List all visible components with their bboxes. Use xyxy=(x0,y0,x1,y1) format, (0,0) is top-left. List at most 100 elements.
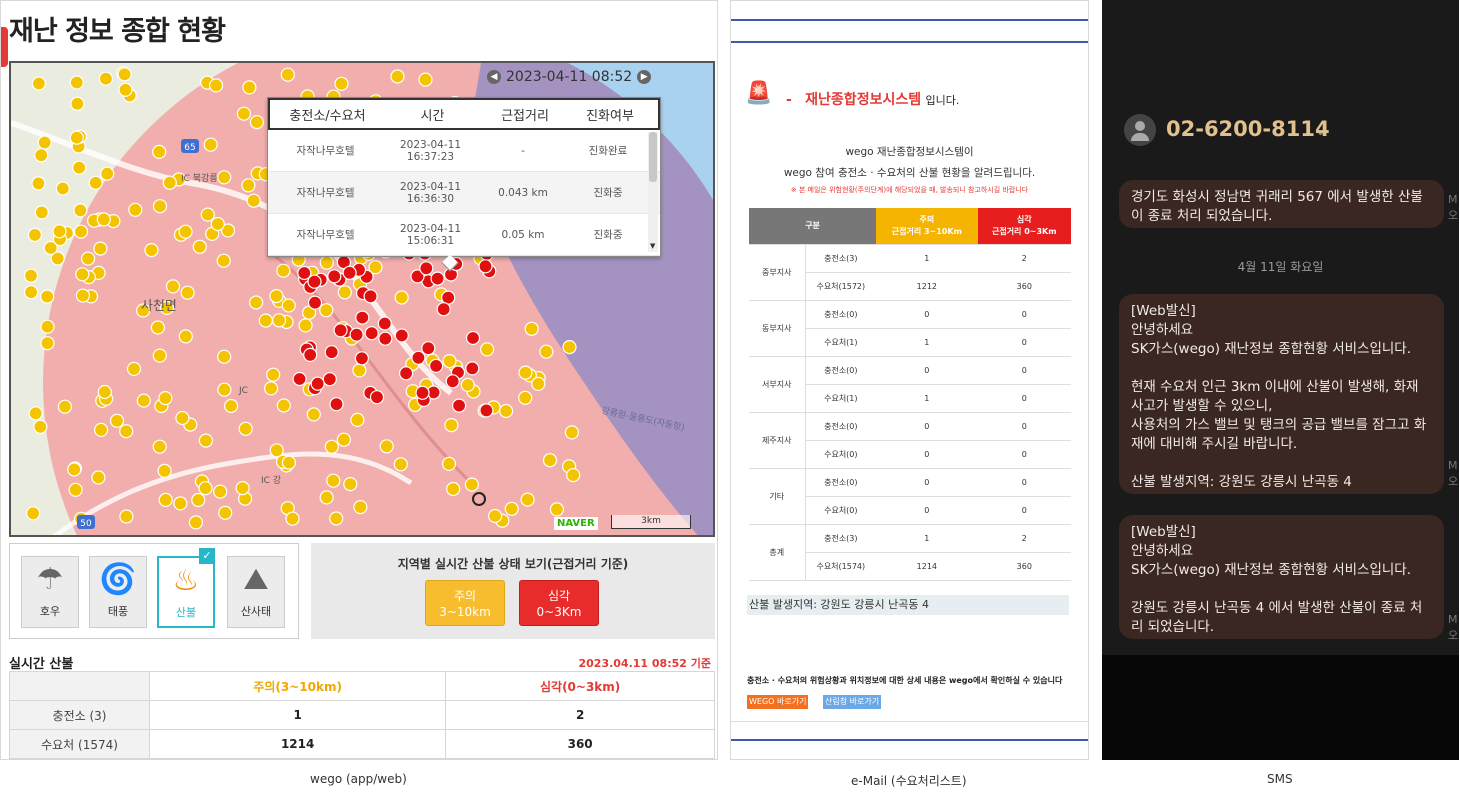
warning-facility-marker xyxy=(34,205,49,220)
critical-facility-marker xyxy=(363,289,378,304)
warning-facility-marker xyxy=(518,390,533,405)
critical-facility-marker xyxy=(324,345,339,360)
warn-cell: 0 xyxy=(876,496,978,525)
highway-badge-label: 65 xyxy=(184,143,195,153)
critical-facility-marker xyxy=(377,316,392,331)
table-row: 수요처 (1574) 1214 360 xyxy=(9,729,715,759)
popup-time: 2023-04-11 15:06:31 xyxy=(399,222,462,247)
critical-facility-marker xyxy=(465,361,480,376)
table-header: 주의(3~10km) xyxy=(148,671,447,701)
warning-facility-marker xyxy=(249,114,264,130)
type-landslide[interactable]: ⛰ 산사태 xyxy=(227,556,285,628)
type-wildfire[interactable]: ✓ ♨ 산불 xyxy=(157,548,215,628)
landslide-icon: ⛰ xyxy=(243,562,269,597)
warning-facility-marker xyxy=(441,456,457,471)
critical-facility-marker xyxy=(355,310,370,325)
warning-facility-marker xyxy=(539,344,554,359)
popup-row[interactable]: 자작나무호텔 2023-04-11 15:06:31 0.05 km 진화중 xyxy=(268,214,660,256)
warning-facility-marker xyxy=(162,175,177,190)
warning-facility-marker xyxy=(31,76,46,91)
fire-area: 산불 발생지역: 강원도 강릉시 난곡동 4 xyxy=(747,595,1069,615)
popup-status: 진화완료 xyxy=(588,145,628,157)
type-typhoon[interactable]: 🌀 태풍 xyxy=(89,556,147,628)
critical-facility-marker xyxy=(479,403,494,418)
row-label: 수요처 (1574) xyxy=(9,729,150,759)
warning-facility-marker xyxy=(337,285,352,300)
caption-email: e-Mail (수요처리스트) xyxy=(851,774,967,788)
wego-link-button[interactable]: WEGO 바로가기 xyxy=(747,695,809,709)
siren-icon: 🚨 xyxy=(745,81,773,106)
critical-facility-marker xyxy=(310,376,325,391)
warning-facility-marker xyxy=(242,80,257,95)
warning-facility-marker xyxy=(40,336,55,351)
warning-facility-marker xyxy=(88,175,103,190)
table-header xyxy=(9,671,150,701)
type-cell: 충전소(0) xyxy=(805,468,877,497)
warning-filter-button[interactable]: 주의 3~10km xyxy=(425,580,505,626)
warning-facility-marker xyxy=(198,433,213,448)
table-row: 중부지사 충전소(3) 1 2 xyxy=(749,244,1071,301)
critical-facility-marker xyxy=(465,330,481,346)
person-icon[interactable] xyxy=(1124,114,1156,146)
critical-filter-button[interactable]: 심각 0~3Km xyxy=(519,580,599,626)
row-label: 충전소 (3) xyxy=(9,700,150,730)
crit-value: 360 xyxy=(445,729,715,759)
popup-row[interactable]: 자작나무호텔 2023-04-11 16:37:23 - 진화완료 xyxy=(268,130,660,172)
warn-cell: 1212 xyxy=(876,272,978,301)
critical-facility-marker xyxy=(292,371,307,387)
type-cell: 충전소(3) xyxy=(805,524,877,553)
crit-value: 2 xyxy=(445,700,715,730)
warning-facility-marker xyxy=(343,477,358,492)
warning-facility-marker xyxy=(353,500,368,515)
warning-facility-marker xyxy=(23,268,39,283)
table-row: 기타 충전소(0) 0 0 xyxy=(749,468,1071,525)
interchange-label: IC 강 xyxy=(261,475,281,486)
popup-row[interactable]: 자작나무호텔 2023-04-11 16:36:30 0.043 km 진화중 xyxy=(268,172,660,214)
warning-facility-marker xyxy=(566,468,581,483)
chevron-down-icon[interactable]: ⌄ xyxy=(1315,124,1326,139)
crit-cell: 0 xyxy=(977,496,1071,525)
check-icon: ✓ xyxy=(199,548,215,564)
realtime-date: 2023.04.11 08:52 기준 xyxy=(578,657,711,670)
chevron-left-icon[interactable]: ◀ xyxy=(487,70,501,84)
popup-scrollbar[interactable]: ▼ xyxy=(648,132,658,252)
type-cell: 수요처(1572) xyxy=(805,272,877,301)
warning-facility-marker xyxy=(109,413,125,428)
heading-suffix: 입니다. xyxy=(925,94,960,107)
critical-facility-marker xyxy=(429,358,444,373)
sms-header: 02-6200-8114 ⌄ xyxy=(1102,0,1459,168)
message-bubble[interactable]: [Web발신] 안녕하세요 SK가스(wego) 재난정보 종합현황 서비스입니… xyxy=(1119,294,1444,494)
caption-wego: wego (app/web) xyxy=(310,772,407,786)
type-heavy-rain[interactable]: ☂ 호우 xyxy=(21,556,79,628)
warning-facility-marker xyxy=(96,212,111,227)
warning-facility-marker xyxy=(118,82,133,97)
chevron-right-icon[interactable]: ▶ xyxy=(637,70,652,84)
map-date-nav: ◀ 2023-04-11 08:52 ▶ xyxy=(487,69,652,85)
warning-facility-marker xyxy=(37,135,52,150)
critical-facility-marker xyxy=(430,271,445,286)
warning-facility-marker xyxy=(43,240,58,256)
message-bubble[interactable]: [Web발신] 안녕하세요 SK가스(wego) 재난정보 종합현황 서비스입니… xyxy=(1119,515,1444,639)
warning-facility-marker xyxy=(191,492,206,508)
table-header: 심각 근접거리 0~3Km xyxy=(977,208,1071,245)
scroll-down-icon[interactable]: ▼ xyxy=(650,242,655,250)
popup-col-time: 시간 xyxy=(420,108,445,124)
message-bubble[interactable]: 경기도 화성시 정남면 귀래리 567 에서 발생한 산불이 종료 처리 되었습… xyxy=(1119,180,1444,228)
table-header-row: 구분 주의 근접거리 3~10Km 심각 근접거리 0~3Km xyxy=(749,208,1071,245)
warning-facility-marker xyxy=(276,398,291,413)
realtime-title: 실시간 산불 xyxy=(9,657,74,672)
message-thread[interactable]: 경기도 화성시 정남면 귀래리 567 에서 발생한 산불이 종료 처리 되었습… xyxy=(1102,168,1459,655)
disaster-map[interactable]: 65 50 IC 북강릉 JC IC 강 강릉원-울릉도(자동항) 사천면 ◀ 2023-… xyxy=(9,61,715,537)
warning-facility-marker xyxy=(144,243,159,258)
crit-cell: 0 xyxy=(977,356,1071,385)
table-row: 서부지사 충전소(0) 0 0 xyxy=(749,356,1071,413)
sender-number[interactable]: 02-6200-8114 xyxy=(1166,117,1330,141)
warning-facility-marker xyxy=(73,224,89,239)
forest-service-link-button[interactable]: 산림청 바로가기 xyxy=(823,695,882,709)
critical-facility-marker xyxy=(333,323,348,338)
critical-facility-marker xyxy=(307,295,323,310)
warning-facility-marker xyxy=(442,354,457,369)
warn-value: 1 xyxy=(148,700,447,730)
sms-panel: 02-6200-8114 ⌄ 경기도 화성시 정남면 귀래리 567 에서 발생… xyxy=(1102,0,1459,760)
warning-facility-marker xyxy=(285,511,300,526)
